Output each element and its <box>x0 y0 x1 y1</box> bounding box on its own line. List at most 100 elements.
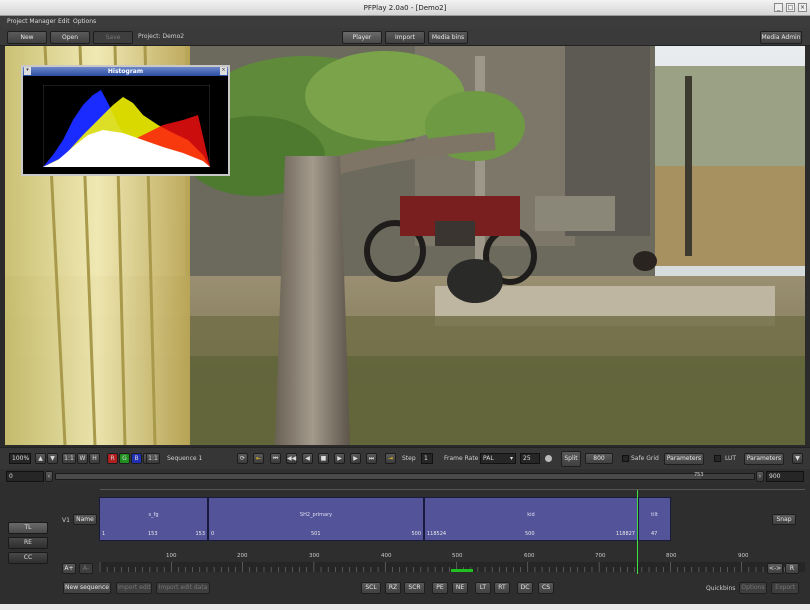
timeline-r-button[interactable]: R <box>785 563 799 574</box>
new-button[interactable]: New <box>7 31 47 44</box>
stop-icon[interactable]: ■ <box>318 453 329 464</box>
out-point-icon[interactable]: ⇥ <box>385 453 396 464</box>
zoom-out-button[interactable]: A- <box>79 563 93 574</box>
timeline-clip[interactable]: kid 118524 500 118827 <box>424 497 638 541</box>
project-label: Project: Demo2 <box>138 33 185 40</box>
ruler-tick-label: 200 <box>237 553 248 559</box>
ratio-button[interactable]: 1:1 <box>62 453 76 464</box>
histogram-collapse-icon[interactable]: ▾ <box>24 67 31 75</box>
chevron-down-icon: ▾ <box>509 455 513 462</box>
import-edit-button[interactable]: Import edit <box>116 582 152 594</box>
tool-cs-button[interactable]: CS <box>538 582 554 594</box>
scrub-start-field[interactable]: 0 <box>6 471 44 482</box>
red-channel-button[interactable]: R <box>107 453 118 464</box>
histogram-close-icon[interactable]: × <box>220 67 227 75</box>
clip-mid: 153 <box>148 531 158 537</box>
scrub-left-icon[interactable]: ‹ <box>45 471 53 482</box>
ratio2-button[interactable]: 1:1 <box>146 453 160 464</box>
zoom-in-button[interactable]: A+ <box>62 563 76 574</box>
zoom-down-icon[interactable]: ▼ <box>47 453 58 464</box>
step-forward-icon[interactable]: ▶ <box>350 453 361 464</box>
media-admin-button[interactable]: Media Admin <box>760 31 802 44</box>
height-button[interactable]: H <box>89 453 100 464</box>
histogram-window[interactable]: Histogram ▾ × <box>21 65 230 176</box>
safe-grid-parameters-button[interactable]: Parameters <box>664 453 704 465</box>
in-point-icon[interactable]: ⇤ <box>253 453 264 464</box>
go-start-icon[interactable]: ⏮ <box>270 453 281 464</box>
open-button[interactable]: Open <box>50 31 90 44</box>
width-button[interactable]: W <box>77 453 88 464</box>
media-bins-button[interactable]: Media bins <box>428 31 468 44</box>
tool-scl-button[interactable]: SCL <box>361 582 381 594</box>
go-end-icon[interactable]: ⏭ <box>366 453 377 464</box>
lut-checkbox[interactable] <box>714 455 721 462</box>
safe-grid-label: Safe Grid <box>631 455 659 462</box>
tool-rt-button[interactable]: RT <box>494 582 510 594</box>
zoom-reset-button[interactable]: <-> <box>767 563 783 574</box>
histogram-titlebar[interactable]: Histogram <box>23 67 228 76</box>
re-button[interactable]: RE <box>8 537 48 549</box>
clip-start: 1 <box>102 531 106 537</box>
quickbins-options-button[interactable]: Options <box>739 582 767 594</box>
blue-channel-button[interactable]: B <box>131 453 142 464</box>
menu-edit[interactable]: Edit <box>58 18 70 25</box>
minimize-icon[interactable]: _ <box>774 3 783 12</box>
frame-rate-select[interactable]: PAL ▾ <box>480 453 516 464</box>
cc-button[interactable]: CC <box>8 552 48 564</box>
loop-icon[interactable]: ⟳ <box>237 453 248 464</box>
save-button[interactable]: Save <box>93 31 133 44</box>
timeline-clip[interactable]: s_fg 1 153 153 <box>99 497 208 541</box>
green-channel-button[interactable]: G <box>119 453 130 464</box>
menu-options[interactable]: Options <box>73 18 96 25</box>
player-controls-bar: 100% ▲ ▼ 1:1 W H R G B A 1:1 Sequence 1 … <box>0 447 810 469</box>
quickbins-export-button[interactable]: Export <box>771 582 799 594</box>
zoom-field[interactable]: 100% <box>9 453 31 464</box>
step-label: Step <box>402 455 416 462</box>
scrub-end-field[interactable]: 900 <box>766 471 804 482</box>
import-button[interactable]: Import <box>385 31 425 44</box>
timeline-clip[interactable]: tilt 47 <box>638 497 671 541</box>
timeline-top-rule <box>100 489 805 490</box>
ruler-tick-label: 400 <box>381 553 392 559</box>
tool-scr-button[interactable]: SCR <box>404 582 425 594</box>
window-title: PFPlay 2.0a0 - [Demo2] <box>363 4 447 12</box>
playhead[interactable] <box>637 490 638 574</box>
rewind-icon[interactable]: ◀◀ <box>286 453 297 464</box>
tool-ne-button[interactable]: NE <box>452 582 468 594</box>
clip-name: SH2_primary <box>299 512 333 518</box>
close-icon[interactable]: × <box>798 3 807 12</box>
tool-rz-button[interactable]: RZ <box>385 582 401 594</box>
clip-start: 0 <box>211 531 215 537</box>
tool-lt-button[interactable]: LT <box>475 582 491 594</box>
ruler-tick-label: 800 <box>666 553 677 559</box>
clip-start: 118524 <box>427 531 447 537</box>
safe-grid-checkbox[interactable] <box>622 455 629 462</box>
import-edit-data-button[interactable]: Import edit data <box>156 582 210 594</box>
new-sequence-button[interactable]: New sequence <box>63 582 111 594</box>
scrub-right-icon[interactable]: › <box>756 471 764 482</box>
tl-button[interactable]: TL <box>8 522 48 534</box>
expand-icon[interactable]: ▼ <box>792 453 803 464</box>
play-icon[interactable]: ▶ <box>334 453 345 464</box>
step-back-icon[interactable]: ◀ <box>302 453 313 464</box>
tool-dc-button[interactable]: DC <box>517 582 533 594</box>
clip-mid: 500 <box>525 531 535 537</box>
maximize-icon[interactable]: □ <box>786 3 795 12</box>
scrub-row: 0 ‹ 753 › 900 <box>0 469 810 483</box>
zoom-up-icon[interactable]: ▲ <box>35 453 46 464</box>
track-name-button[interactable]: Name <box>73 514 97 525</box>
histogram-plot <box>43 85 210 167</box>
lut-parameters-button[interactable]: Parameters <box>744 453 784 465</box>
ruler-tick-label: 600 <box>524 553 535 559</box>
player-button[interactable]: Player <box>342 31 382 44</box>
tool-pe-button[interactable]: PE <box>432 582 448 594</box>
menu-project-manager[interactable]: Project Manager <box>7 18 56 25</box>
timeline-clip[interactable]: SH2_primary 0 501 500 <box>208 497 424 541</box>
snap-button[interactable]: Snap <box>772 514 796 525</box>
scrub-slider[interactable] <box>55 473 755 480</box>
timeline-ruler[interactable] <box>99 560 805 576</box>
frame-rate-field[interactable]: 25 <box>520 453 540 464</box>
split-value-field[interactable]: 800 <box>585 453 613 464</box>
step-field[interactable]: 1 <box>421 453 433 464</box>
split-button[interactable]: Split <box>561 451 581 467</box>
